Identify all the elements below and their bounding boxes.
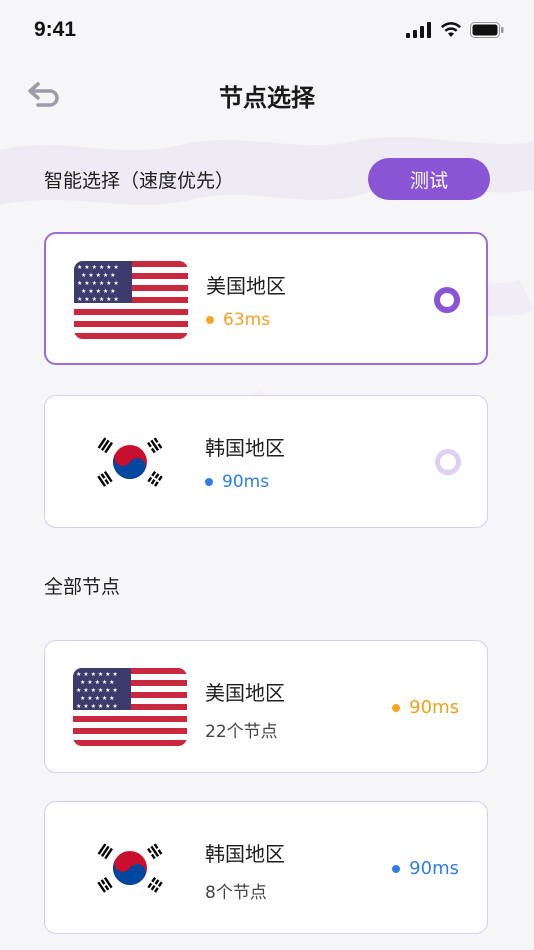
latency-value: 90ms [409,858,459,879]
kr-flag-icon [73,829,187,907]
latency-dot-icon [392,703,401,712]
nav-bar: 节点选择 [0,70,534,120]
node-name: 美国地区 [206,274,286,298]
node-count: 22个节点 [205,722,278,742]
status-time: 9:41 [34,18,77,41]
latency-dot-icon [205,478,213,486]
page-title: 节点选择 [219,84,315,112]
kr-flag-icon [73,423,187,501]
smart-node-card-us[interactable]: ★ ★ ★ ★ ★ ★ ★ ★ ★ ★ ★ ★ ★ ★ ★ ★ ★ ★ ★ ★ … [44,232,488,365]
latency: 90ms [392,697,459,718]
svg-text:★ ★ ★ ★ ★ ★: ★ ★ ★ ★ ★ ★ [77,264,119,271]
latency: 90ms [205,472,269,492]
svg-text:★ ★ ★ ★ ★ ★: ★ ★ ★ ★ ★ ★ [76,703,118,710]
cellular-signal-icon [406,22,431,38]
latency-value: 90ms [409,697,459,718]
all-node-card-us[interactable]: ★ ★ ★ ★ ★ ★ ★ ★ ★ ★ ★ ★ ★ ★ ★ ★ ★ ★ ★ ★ … [44,640,488,773]
radio-unselected[interactable] [435,449,461,475]
svg-text:★ ★ ★ ★ ★ ★: ★ ★ ★ ★ ★ ★ [77,296,119,303]
svg-text:★ ★ ★ ★ ★ ★: ★ ★ ★ ★ ★ ★ [76,687,118,694]
svg-text:★ ★ ★ ★ ★: ★ ★ ★ ★ ★ [80,695,115,702]
smart-node-card-kr[interactable]: 韩国地区 90ms [44,395,488,528]
all-nodes-heading: 全部节点 [44,576,121,598]
latency-value: 63ms [223,310,271,330]
svg-text:★ ★ ★ ★ ★ ★: ★ ★ ★ ★ ★ ★ [76,671,118,678]
us-flag-icon: ★ ★ ★ ★ ★ ★ ★ ★ ★ ★ ★ ★ ★ ★ ★ ★ ★ ★ ★ ★ … [73,668,187,746]
node-count: 8个节点 [205,883,267,903]
smart-select-heading: 智能选择（速度优先） [44,170,235,192]
node-name: 韩国地区 [205,842,285,866]
node-name: 美国地区 [205,681,285,705]
svg-text:★ ★ ★ ★ ★ ★: ★ ★ ★ ★ ★ ★ [77,280,119,287]
latency: 63ms [206,310,270,330]
battery-icon [470,22,504,38]
status-icons [406,22,504,38]
latency: 90ms [392,858,459,879]
svg-text:★ ★ ★ ★ ★: ★ ★ ★ ★ ★ [81,272,116,279]
svg-text:★ ★ ★ ★ ★: ★ ★ ★ ★ ★ [81,288,116,295]
us-flag-icon: ★ ★ ★ ★ ★ ★ ★ ★ ★ ★ ★ ★ ★ ★ ★ ★ ★ ★ ★ ★ … [74,261,188,339]
all-node-card-kr[interactable]: 韩国地区 8个节点 90ms [44,801,488,934]
latency-dot-icon [392,864,401,873]
wifi-icon [441,22,461,37]
latency-dot-icon [206,316,214,324]
test-button[interactable]: 测试 [368,158,490,200]
svg-text:★ ★ ★ ★ ★: ★ ★ ★ ★ ★ [80,679,115,686]
node-name: 韩国地区 [205,436,285,460]
status-bar: 9:41 [0,0,534,62]
latency-value: 90ms [222,472,270,492]
radio-selected[interactable] [434,287,460,313]
